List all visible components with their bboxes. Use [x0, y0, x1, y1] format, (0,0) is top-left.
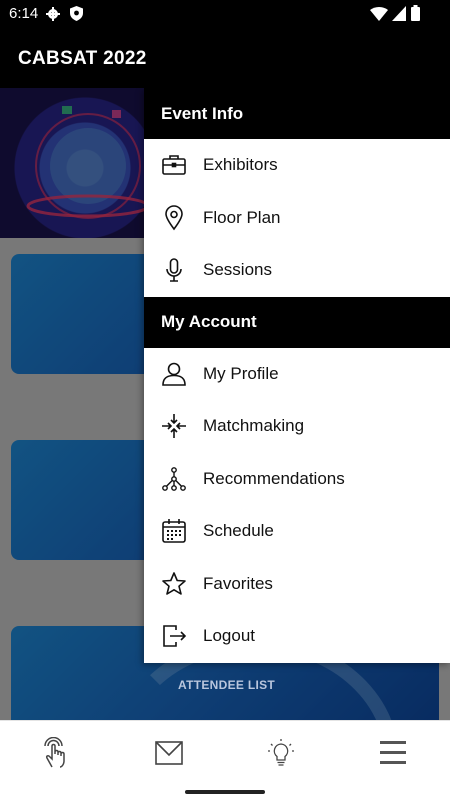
wifi-icon [370, 7, 388, 21]
menu-item-schedule[interactable]: Schedule [144, 505, 450, 558]
menu-item-label: Favorites [203, 573, 273, 593]
calendar-icon [161, 518, 187, 544]
status-bar: 6:14 [0, 0, 450, 28]
card-caption: ATTENDEE LIST [178, 678, 276, 692]
gear-icon [46, 7, 60, 21]
nav-touch-button[interactable] [34, 731, 78, 775]
menu-item-floor-plan[interactable]: Floor Plan [144, 192, 450, 245]
menu-item-label: Sessions [203, 260, 272, 280]
signal-icon [392, 6, 406, 21]
menu-item-label: My Profile [203, 363, 279, 383]
status-time: 6:14 [9, 5, 39, 22]
menu-item-label: Logout [203, 626, 255, 646]
app-title: CABSAT 2022 [18, 48, 147, 69]
menu-item-label: Exhibitors [203, 155, 278, 175]
menu-item-logout[interactable]: Logout [144, 610, 450, 663]
microphone-icon [161, 257, 187, 283]
menu-item-label: Recommendations [203, 468, 345, 488]
menu-item-my-profile[interactable]: My Profile [144, 348, 450, 401]
shield-icon [70, 6, 83, 21]
logout-icon [161, 623, 187, 649]
location-pin-icon [161, 205, 187, 231]
nav-ideas-button[interactable] [259, 731, 303, 775]
menu-item-label: Floor Plan [203, 207, 281, 227]
battery-icon [411, 5, 420, 21]
bottom-navigation [0, 720, 450, 786]
section-header-event-info: Event Info [144, 88, 450, 139]
lightbulb-icon [268, 739, 294, 766]
nav-mail-button[interactable] [147, 731, 191, 775]
menu-icon [380, 741, 406, 764]
arrows-converge-icon [161, 413, 187, 439]
menu-item-label: Matchmaking [203, 416, 305, 436]
network-icon [161, 466, 187, 492]
menu-item-sessions[interactable]: Sessions [144, 244, 450, 297]
gesture-bar [0, 785, 450, 800]
nav-menu-button[interactable] [371, 731, 415, 775]
section-header-my-account: My Account [144, 296, 450, 348]
star-icon [161, 571, 187, 597]
user-icon [161, 361, 187, 387]
touch-icon [44, 737, 65, 768]
menu-item-label: Schedule [203, 521, 274, 541]
menu-item-recommendations[interactable]: Recommendations [144, 453, 450, 506]
menu-item-favorites[interactable]: Favorites [144, 558, 450, 611]
menu-item-exhibitors[interactable]: Exhibitors [144, 139, 450, 192]
mail-icon [155, 741, 183, 765]
home-gesture-handle[interactable] [185, 790, 265, 794]
briefcase-icon [161, 152, 187, 178]
navigation-drawer: Event Info Exhibitors Floor Plan Session… [144, 88, 450, 663]
app-bar: CABSAT 2022 [0, 28, 450, 88]
menu-item-matchmaking[interactable]: Matchmaking [144, 400, 450, 453]
